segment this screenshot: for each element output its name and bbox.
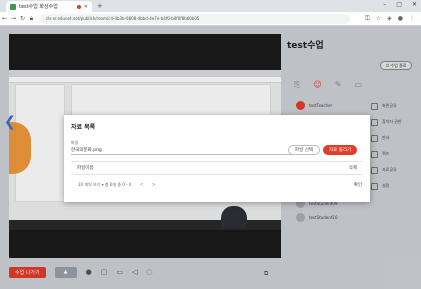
dialog-title: 자료 목록	[71, 124, 96, 131]
menu-icon[interactable]: ⋮	[409, 15, 415, 23]
tab-close-icon[interactable]: ✕	[84, 4, 88, 10]
key-icon[interactable]: ⚿	[365, 15, 370, 23]
delete-column: 삭제	[348, 166, 357, 171]
site-favicon-icon	[10, 3, 16, 10]
upload-material-button[interactable]: 자료 올리기	[323, 145, 358, 155]
tab-title: test수업 화상수업	[19, 4, 58, 10]
lock-icon: 🔒︎	[29, 14, 34, 22]
file-field-value[interactable]: 한국의문화.png	[71, 147, 102, 153]
close-button[interactable]: ✕	[412, 1, 417, 8]
reload-icon[interactable]: ↻	[18, 15, 27, 22]
star-icon[interactable]: ☆	[376, 15, 381, 23]
forward-icon[interactable]: →	[9, 15, 18, 22]
next-page-icon[interactable]: >	[152, 182, 156, 188]
minimize-button[interactable]: –	[383, 1, 386, 8]
address-bar-icons: ⚿ ☆ ◈ ● ⋮	[365, 15, 415, 23]
table-header-row: 파일이름 삭제	[71, 161, 363, 175]
page-size-select[interactable]: 10 개씩 보기 ▾ 총 0개 중 0 - 0	[78, 182, 131, 188]
file-field-underline	[71, 154, 316, 155]
window-controls: – □ ✕	[383, 1, 417, 8]
profile-icon[interactable]: ●	[398, 15, 403, 23]
select-file-button[interactable]: 파일 선택	[288, 145, 320, 155]
new-tab-button[interactable]: +	[97, 2, 103, 10]
prev-page-icon[interactable]: <	[139, 182, 143, 188]
confirm-button[interactable]: 확인	[354, 182, 362, 188]
maximize-button[interactable]: □	[396, 1, 402, 8]
browser-tab[interactable]: test수업 화상수업 ✕	[6, 1, 92, 12]
file-field-label: 파일	[71, 140, 79, 145]
browser-tab-bar: test수업 화상수업 ✕ + – □ ✕	[0, 0, 421, 12]
material-list-dialog: 자료 목록 파일 한국의문화.png 파일 선택 자료 올리기 파일이름 삭제 …	[64, 115, 370, 202]
file-name-column: 파일이름	[77, 166, 94, 171]
back-icon[interactable]: ←	[0, 15, 9, 22]
url-field[interactable]: cls-sr.edunet.net/publish/room/c4-4b3b-9…	[40, 13, 350, 24]
extension-icon[interactable]: ◈	[387, 15, 392, 23]
address-bar: ← → ↻ 🔒︎ cls-sr.edunet.net/publish/room/…	[0, 12, 421, 26]
recording-dot-icon	[76, 4, 81, 9]
pagination: 10 개씩 보기 ▾ 총 0개 중 0 - 0 < >	[78, 182, 156, 188]
